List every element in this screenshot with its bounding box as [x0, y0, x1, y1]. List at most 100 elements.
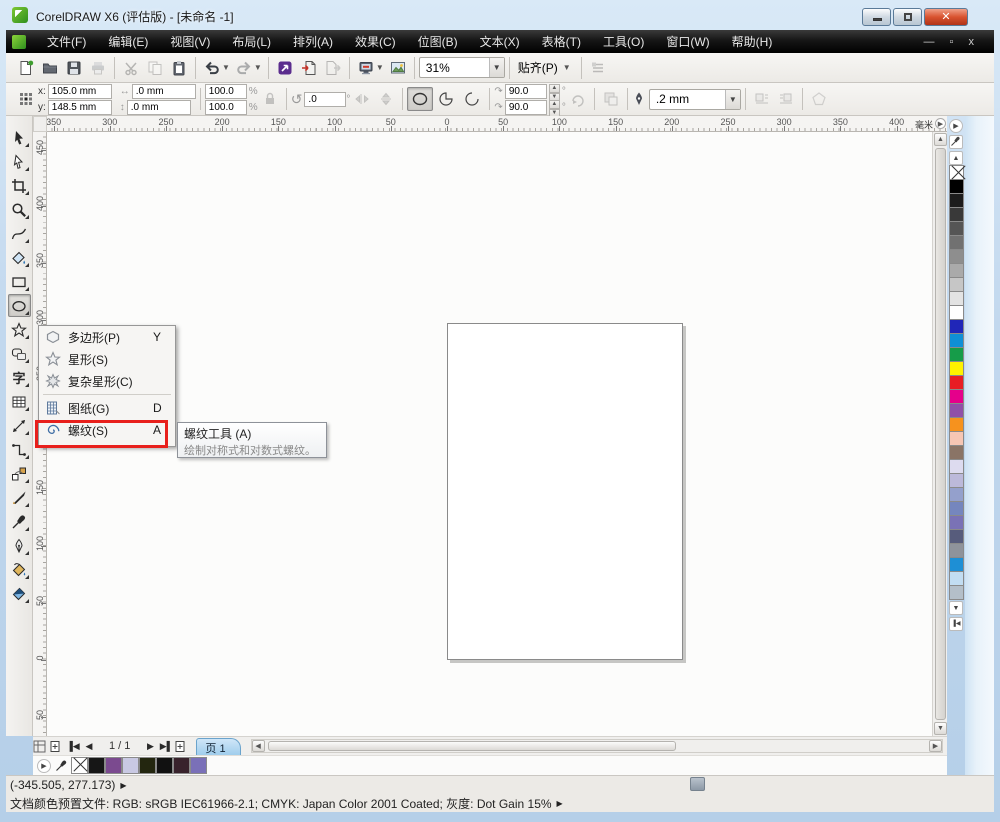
close-button[interactable]: ✕	[924, 8, 968, 26]
horizontal-scroll-thumb[interactable]	[268, 741, 676, 751]
scroll-down-icon[interactable]: ▼	[934, 722, 947, 735]
fill-tool[interactable]	[8, 558, 31, 581]
freehand-tool[interactable]	[8, 222, 31, 245]
color-swatch-24[interactable]	[949, 501, 964, 516]
open-button[interactable]	[38, 56, 62, 80]
import-button[interactable]	[297, 56, 321, 80]
rectangle-tool[interactable]	[8, 270, 31, 293]
vertical-scrollbar[interactable]: ▲ ▼	[932, 132, 947, 736]
text-tool[interactable]: 字	[8, 366, 31, 389]
first-page-button[interactable]: ▐◀	[65, 741, 81, 752]
doc-color-swatch-1[interactable]	[88, 757, 105, 774]
previous-page-button[interactable]: ◀	[81, 741, 97, 752]
object-y-field[interactable]	[48, 100, 112, 115]
table-tool[interactable]	[8, 390, 31, 413]
paste-button[interactable]	[167, 56, 191, 80]
flyout-item-图纸[interactable]: 图纸(G)D	[39, 397, 175, 419]
color-swatch-4[interactable]	[949, 221, 964, 236]
menu-item-2[interactable]: 编辑(E)	[97, 30, 159, 53]
snap-to-button[interactable]: 贴齐(P) ▼	[514, 59, 577, 76]
outline-pen-tool[interactable]	[8, 534, 31, 557]
menu-item-5[interactable]: 排列(A)	[282, 30, 344, 53]
doc-color-swatch-6[interactable]	[173, 757, 190, 774]
menu-item-1[interactable]: 文件(F)	[36, 30, 97, 53]
no-color-swatch[interactable]	[71, 757, 88, 774]
lock-ratio-button[interactable]	[258, 87, 282, 111]
palette-flyout-icon[interactable]: ▶	[949, 119, 963, 133]
palette-scroll-down-icon[interactable]: ▼	[949, 601, 963, 615]
add-page-after-button[interactable]	[174, 740, 190, 753]
color-swatch-30[interactable]	[949, 585, 964, 600]
zoom-tool[interactable]	[8, 198, 31, 221]
chevron-down-icon[interactable]: ▼	[725, 90, 740, 109]
convert-to-curves-button[interactable]	[807, 87, 831, 111]
pie-mode-button[interactable]	[433, 87, 459, 111]
end-angle-field[interactable]	[505, 100, 547, 115]
menu-item-10[interactable]: 工具(O)	[592, 30, 655, 53]
doc-color-swatch-2[interactable]	[105, 757, 122, 774]
undo-button[interactable]	[200, 56, 224, 80]
color-swatch-22[interactable]	[949, 473, 964, 488]
search-content-button[interactable]	[273, 56, 297, 80]
color-swatch-20[interactable]	[949, 445, 964, 460]
scale-y-field[interactable]	[205, 100, 247, 115]
interactive-fill-tool[interactable]	[8, 582, 31, 605]
new-document-button[interactable]	[14, 56, 38, 80]
page-1-tab[interactable]: 页 1	[196, 738, 240, 755]
color-eyedropper-tool[interactable]	[8, 510, 31, 533]
export-button[interactable]	[321, 56, 345, 80]
chevron-down-icon[interactable]: ▼	[489, 58, 504, 77]
object-width-field[interactable]	[132, 84, 196, 99]
color-swatch-21[interactable]	[949, 459, 964, 474]
profile-flyout-icon[interactable]: ▶	[557, 799, 563, 808]
menu-item-7[interactable]: 位图(B)	[407, 30, 469, 53]
wrap-text-button[interactable]	[750, 87, 774, 111]
color-swatch-25[interactable]	[949, 515, 964, 530]
color-swatch-10[interactable]	[949, 305, 964, 320]
scroll-up-icon[interactable]: ▲	[934, 133, 947, 146]
color-swatch-28[interactable]	[949, 557, 964, 572]
options-button[interactable]	[586, 56, 610, 80]
color-swatch-7[interactable]	[949, 263, 964, 278]
welcome-screen-button[interactable]	[386, 56, 410, 80]
start-angle-spinner[interactable]: ▲▼	[549, 84, 560, 99]
palette-scroll-up-icon[interactable]: ▲	[949, 151, 963, 165]
horizontal-ruler[interactable]: 毫米 ▶ 35030025020015010050050100150200250…	[47, 116, 947, 132]
polygon-tool[interactable]	[8, 318, 31, 341]
palette-expand-icon[interactable]: ▐◀	[949, 617, 963, 631]
color-swatch-19[interactable]	[949, 431, 964, 446]
blend-tool[interactable]	[8, 462, 31, 485]
object-x-field[interactable]	[48, 84, 112, 99]
ruler-options-icon[interactable]: ▶	[935, 118, 946, 129]
color-swatch-1[interactable]	[949, 179, 964, 194]
document-page[interactable]	[447, 323, 683, 660]
mirror-horizontal-button[interactable]	[350, 87, 374, 111]
scroll-left-icon[interactable]: ◀	[252, 740, 265, 752]
flyout-item-复杂星形[interactable]: 复杂星形(C)	[39, 370, 175, 392]
menu-item-3[interactable]: 视图(V)	[159, 30, 221, 53]
rotation-angle-field[interactable]	[304, 92, 346, 107]
color-swatch-9[interactable]	[949, 291, 964, 306]
doc-color-swatch-3[interactable]	[122, 757, 139, 774]
redo-button[interactable]	[232, 56, 256, 80]
mirror-vertical-button[interactable]	[374, 87, 398, 111]
menu-item-11[interactable]: 窗口(W)	[655, 30, 720, 53]
print-button[interactable]	[86, 56, 110, 80]
outline-width-combo[interactable]: .2 mm ▼	[649, 89, 741, 110]
color-swatch-2[interactable]	[949, 193, 964, 208]
arc-mode-button[interactable]	[459, 87, 485, 111]
eyedropper-icon[interactable]	[55, 760, 67, 772]
doc-color-swatch-4[interactable]	[139, 757, 156, 774]
doc-color-swatch-7[interactable]	[190, 757, 207, 774]
last-page-button[interactable]: ▶▌	[158, 741, 174, 752]
menu-item-4[interactable]: 布局(L)	[221, 30, 282, 53]
change-direction-button[interactable]	[566, 87, 590, 111]
basic-shapes-tool[interactable]	[8, 342, 31, 365]
color-swatch-3[interactable]	[949, 207, 964, 222]
color-swatch-13[interactable]	[949, 347, 964, 362]
smart-fill-tool[interactable]	[8, 246, 31, 269]
menu-item-12[interactable]: 帮助(H)	[721, 30, 784, 53]
color-swatch-16[interactable]	[949, 389, 964, 404]
color-swatch-26[interactable]	[949, 529, 964, 544]
palette-eyedropper-icon[interactable]	[949, 135, 963, 149]
